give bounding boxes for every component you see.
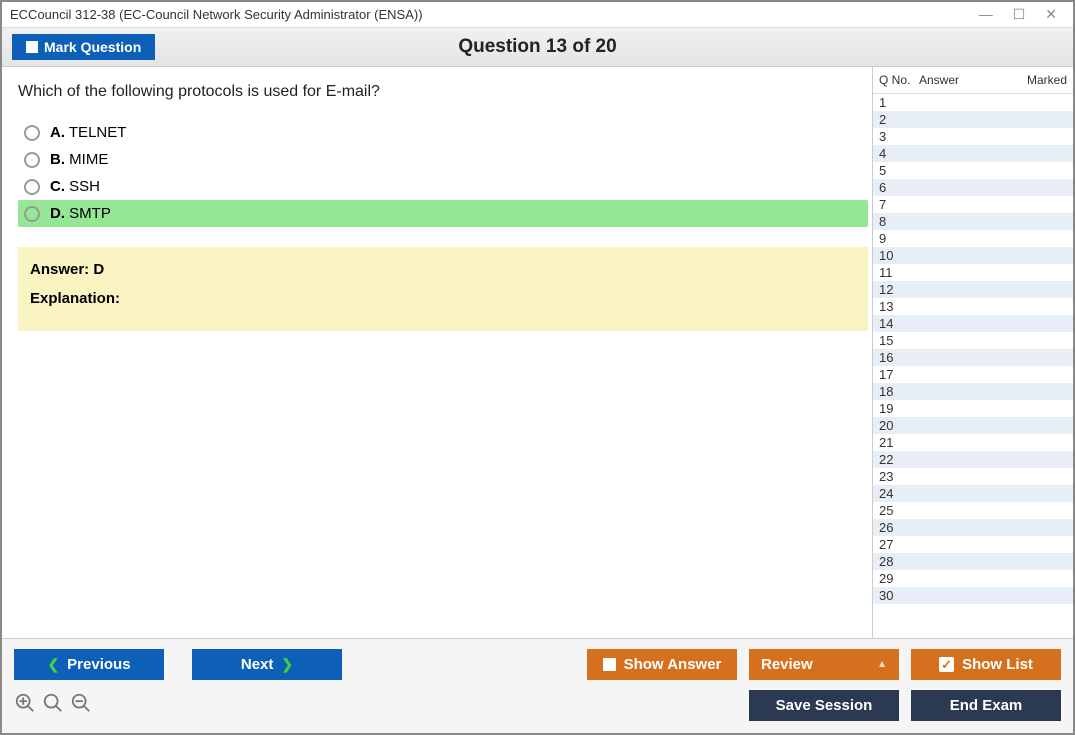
window-title: ECCouncil 312-38 (EC-Council Network Sec…	[10, 7, 423, 22]
body-area: Which of the following protocols is used…	[2, 67, 1073, 638]
list-item[interactable]: 10	[873, 247, 1073, 264]
header-bar: Mark Question Question 13 of 20	[2, 28, 1073, 67]
list-item[interactable]: 12	[873, 281, 1073, 298]
question-counter: Question 13 of 20	[458, 36, 616, 58]
list-item[interactable]: 30	[873, 587, 1073, 604]
window-controls: — ☐ ✕	[979, 6, 1065, 23]
option-label: C. SSH	[50, 178, 100, 195]
show-list-button[interactable]: ✓ Show List	[911, 649, 1061, 680]
maximize-icon[interactable]: ☐	[1013, 6, 1026, 23]
checkbox-icon	[26, 41, 38, 53]
list-item[interactable]: 22	[873, 451, 1073, 468]
list-item[interactable]: 4	[873, 145, 1073, 162]
list-item[interactable]: 5	[873, 162, 1073, 179]
question-list-panel: Q No. Answer Marked 12345678910111213141…	[872, 67, 1073, 638]
question-text: Which of the following protocols is used…	[18, 83, 868, 101]
option-label: D. SMTP	[50, 205, 111, 222]
list-item[interactable]: 21	[873, 434, 1073, 451]
app-window: ECCouncil 312-38 (EC-Council Network Sec…	[0, 0, 1075, 735]
review-button[interactable]: Review ▲	[749, 649, 899, 680]
close-icon[interactable]: ✕	[1045, 6, 1057, 23]
list-item[interactable]: 24	[873, 485, 1073, 502]
list-item[interactable]: 29	[873, 570, 1073, 587]
checkbox-checked-icon: ✓	[939, 657, 954, 672]
list-item[interactable]: 6	[873, 179, 1073, 196]
list-item[interactable]: 15	[873, 332, 1073, 349]
list-item[interactable]: 14	[873, 315, 1073, 332]
col-marked: Marked	[1007, 73, 1067, 87]
radio-icon	[24, 125, 40, 141]
option-row[interactable]: A. TELNET	[18, 119, 868, 146]
list-item[interactable]: 13	[873, 298, 1073, 315]
question-list-header: Q No. Answer Marked	[873, 67, 1073, 94]
list-item[interactable]: 8	[873, 213, 1073, 230]
list-item[interactable]: 28	[873, 553, 1073, 570]
list-item[interactable]: 1	[873, 94, 1073, 111]
footer-row-1: ❮ Previous Next ❯ Show Answer Review ▲ ✓…	[14, 649, 1061, 680]
radio-icon	[24, 179, 40, 195]
option-row[interactable]: C. SSH	[18, 173, 868, 200]
zoom-in-icon[interactable]	[14, 692, 36, 719]
mark-question-label: Mark Question	[44, 39, 141, 55]
list-item[interactable]: 17	[873, 366, 1073, 383]
list-item[interactable]: 3	[873, 128, 1073, 145]
list-item[interactable]: 2	[873, 111, 1073, 128]
question-list[interactable]: 1234567891011121314151617181920212223242…	[873, 94, 1073, 638]
list-item[interactable]: 19	[873, 400, 1073, 417]
show-answer-button[interactable]: Show Answer	[587, 649, 737, 680]
mark-question-button[interactable]: Mark Question	[12, 34, 155, 60]
option-label: B. MIME	[50, 151, 108, 168]
list-item[interactable]: 18	[873, 383, 1073, 400]
answer-box: Answer: D Explanation:	[18, 247, 868, 331]
option-label: A. TELNET	[50, 124, 126, 141]
checkbox-icon	[603, 658, 616, 671]
question-pane: Which of the following protocols is used…	[2, 67, 872, 638]
radio-icon	[24, 152, 40, 168]
list-item[interactable]: 11	[873, 264, 1073, 281]
col-answer: Answer	[919, 73, 1007, 87]
list-item[interactable]: 26	[873, 519, 1073, 536]
save-session-button[interactable]: Save Session	[749, 690, 899, 721]
list-item[interactable]: 9	[873, 230, 1073, 247]
explanation-label: Explanation:	[30, 290, 856, 307]
title-bar: ECCouncil 312-38 (EC-Council Network Sec…	[2, 2, 1073, 28]
option-row[interactable]: B. MIME	[18, 146, 868, 173]
option-row[interactable]: D. SMTP	[18, 200, 868, 227]
zoom-reset-icon[interactable]	[42, 692, 64, 719]
zoom-controls	[14, 692, 92, 719]
list-item[interactable]: 20	[873, 417, 1073, 434]
list-item[interactable]: 23	[873, 468, 1073, 485]
options-list: A. TELNET B. MIME C. SSH D. SMTP	[18, 119, 868, 227]
zoom-out-icon[interactable]	[70, 692, 92, 719]
previous-button[interactable]: ❮ Previous	[14, 649, 164, 680]
footer-row-2: Save Session End Exam	[14, 690, 1061, 721]
caret-up-icon: ▲	[877, 659, 887, 670]
chevron-left-icon: ❮	[47, 656, 59, 673]
list-item[interactable]: 25	[873, 502, 1073, 519]
list-item[interactable]: 7	[873, 196, 1073, 213]
next-button[interactable]: Next ❯	[192, 649, 342, 680]
answer-line: Answer: D	[30, 261, 856, 278]
footer-bar: ❮ Previous Next ❯ Show Answer Review ▲ ✓…	[2, 638, 1073, 733]
radio-icon	[24, 206, 40, 222]
list-item[interactable]: 27	[873, 536, 1073, 553]
chevron-right-icon: ❯	[281, 656, 293, 673]
list-item[interactable]: 16	[873, 349, 1073, 366]
end-exam-button[interactable]: End Exam	[911, 690, 1061, 721]
col-qno: Q No.	[879, 73, 919, 87]
minimize-icon[interactable]: —	[979, 6, 993, 23]
